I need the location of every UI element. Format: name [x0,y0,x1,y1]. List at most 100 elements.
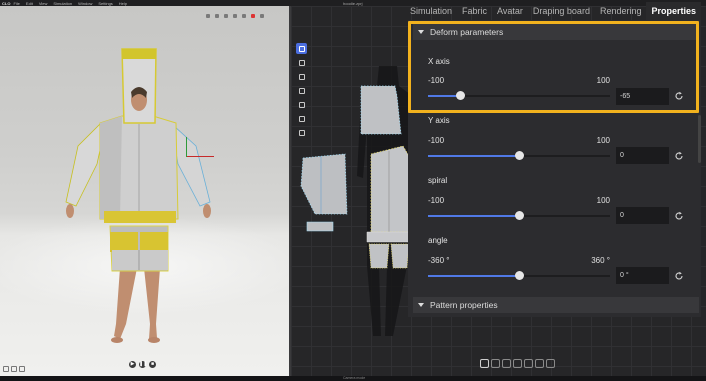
pause-icon[interactable]: ❚❚ [139,361,147,368]
shorts-cuff-right [140,232,168,252]
deform-parameters-header[interactable]: Deform parameters [413,24,699,40]
menu-window[interactable]: Window [78,1,92,6]
menu-settings[interactable]: Settings [98,1,112,6]
jacket-right-sleeve [173,125,211,207]
angle-max: 360 ° [591,256,610,265]
tab-rendering[interactable]: Rendering [595,2,647,21]
simulation-playbar: ▶ ❚❚ ■ [129,361,156,368]
y-axis-reset-button[interactable] [674,151,684,161]
avatar-right-foot [148,337,160,343]
select-pattern-tool[interactable] [296,43,307,54]
spiral-max: 100 [596,196,610,205]
angle-slider[interactable] [428,271,610,280]
triangle-down-icon [418,303,424,307]
pattern-front-body [370,145,410,233]
pattern-hood [360,85,402,135]
snapshot-icon[interactable] [11,366,17,372]
spiral-slider[interactable] [428,211,610,220]
jacket-hem [104,211,176,223]
tab-draping-board[interactable]: Draping board [528,2,595,21]
avatar-left-foot [111,337,123,343]
pattern-sleeve-left [300,153,348,215]
angle-value-field[interactable]: 0 ° [616,267,669,284]
properties-panel: Deform parameters X axis -100 100 -65 Y … [408,20,701,317]
spiral-slider-thumb[interactable] [515,211,524,220]
tab-simulation[interactable]: Simulation [405,2,457,21]
x-axis-label: X axis [428,57,450,66]
y-axis-min: -100 [428,136,445,145]
avatar-legs [114,268,160,339]
menu-edit[interactable]: Edit [26,1,33,6]
book-icon [298,115,305,122]
panel-scrollbar[interactable] [698,115,701,163]
rectangle-tool[interactable] [296,71,307,82]
x-axis-reset-button[interactable] [674,91,684,101]
viewport-3d[interactable]: ▶ ❚❚ ■ [0,6,289,376]
curve-icon [298,59,305,66]
view-cube-icon[interactable] [3,366,9,372]
rectangle-icon [298,73,305,80]
avatar-with-garment[interactable] [0,6,289,376]
pattern-shorts-right [390,243,410,269]
book-tool[interactable] [296,113,307,124]
hood-top [122,49,156,59]
status-bar: Camera mode [0,376,706,381]
y-axis-slider[interactable] [428,151,610,160]
x-axis-value-field[interactable]: -65 [616,88,669,105]
menu-simulation[interactable]: Simulation [53,1,72,6]
note-tool[interactable] [296,99,307,110]
menu-view[interactable]: View [39,1,48,6]
deform-parameters-title: Deform parameters [430,27,504,37]
tab-properties[interactable]: Properties [646,2,702,21]
x-axis-min: -100 [428,76,445,85]
pattern-bottom-toolbar [480,359,555,368]
camera-capture-icon[interactable] [19,366,25,372]
gizmo-x-axis[interactable] [186,156,214,157]
tag-tool[interactable] [296,127,307,138]
symmetry-icon[interactable] [513,359,522,368]
list-tool[interactable] [296,85,307,96]
note-icon [298,101,305,108]
y-axis-slider-fill [428,155,519,157]
pattern-sleeve-cuff [306,221,334,232]
angle-slider-thumb[interactable] [515,271,524,280]
pattern-shorts-left [368,243,390,269]
stop-icon[interactable]: ■ [149,361,156,368]
zoom-icon[interactable] [480,359,489,368]
y-axis-label: Y axis [428,116,450,125]
pattern-waistband [366,231,412,243]
layout-icon[interactable] [502,359,511,368]
fit-icon[interactable] [535,359,544,368]
export-icon[interactable] [546,359,555,368]
x-axis-max: 100 [596,76,610,85]
tab-fabric[interactable]: Fabric [457,2,492,21]
y-axis-max: 100 [596,136,610,145]
play-icon[interactable]: ▶ [129,361,136,368]
avatar-left-hand [66,204,74,218]
arrange-icon[interactable] [524,359,533,368]
jacket-left-sleeve [65,123,103,207]
jacket-shadow [100,116,122,219]
y-axis-slider-thumb[interactable] [515,151,524,160]
x-axis-slider-thumb[interactable] [455,91,465,100]
spiral-label: spiral [428,176,448,185]
angle-reset-button[interactable] [674,271,684,281]
avatar-right-hand [203,204,211,218]
menu-file[interactable]: File [13,1,19,6]
refresh-icon [675,91,683,100]
pattern-properties-header[interactable]: Pattern properties [413,297,699,313]
grid-toggle-icon[interactable] [491,359,500,368]
tab-avatar[interactable]: Avatar [492,2,528,21]
spiral-value-field[interactable]: 0 [616,207,669,224]
menu-help[interactable]: Help [119,1,127,6]
angle-label: angle [428,236,448,245]
shorts-cuff-left [110,232,138,252]
x-axis-slider[interactable] [428,91,610,100]
spiral-reset-button[interactable] [674,211,684,221]
curve-tool[interactable] [296,57,307,68]
angle-min: -360 ° [428,256,450,265]
gizmo-y-axis[interactable] [186,137,187,157]
panel-tabs: Simulation Fabric Avatar Draping board R… [405,2,702,21]
spiral-slider-fill [428,215,519,217]
y-axis-value-field[interactable]: 0 [616,147,669,164]
